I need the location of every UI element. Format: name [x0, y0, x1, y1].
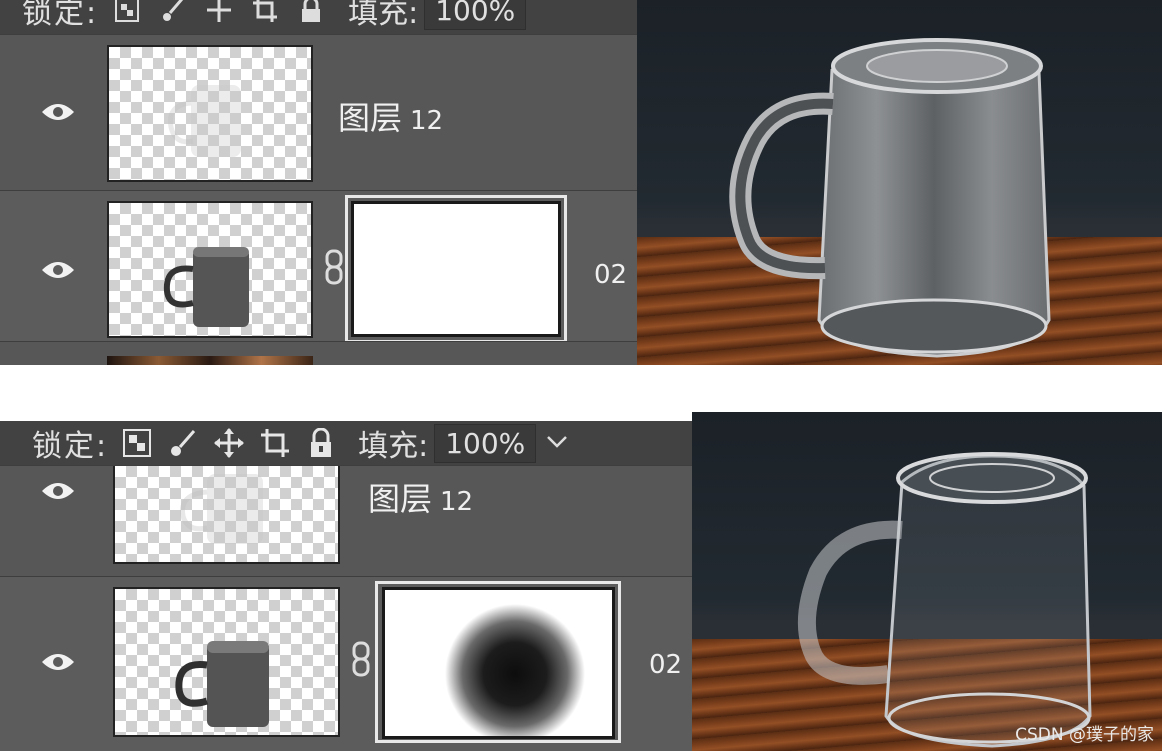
eye-icon[interactable] — [38, 478, 78, 504]
faint-glass-icon — [167, 85, 241, 157]
layer-row-02[interactable]: 02 — [0, 576, 692, 751]
eye-icon[interactable] — [38, 257, 78, 283]
layer-number: 02 — [649, 650, 683, 680]
csdn-watermark: CSDN @璞子的家 — [1015, 725, 1154, 745]
lock-brush-icon[interactable] — [166, 426, 200, 460]
layer-number: 12 — [440, 487, 474, 517]
mug-thumbnail-icon — [163, 247, 249, 327]
layer-name: 02 — [586, 253, 627, 291]
next-layer-thumbnail — [107, 356, 313, 365]
lock-label: 锁定: — [32, 429, 109, 464]
lock-label: 锁定: — [22, 0, 99, 31]
layer-thumbnail — [107, 45, 313, 182]
layer-number: 02 — [594, 260, 628, 290]
lock-transparent-icon[interactable] — [110, 0, 144, 27]
mug-thumbnail-icon — [175, 641, 269, 727]
preview-photo-top — [637, 0, 1162, 365]
lock-all-icon[interactable] — [294, 0, 328, 27]
layer-name-text: 图层 — [368, 480, 433, 518]
transparent-glass-mug-icon — [797, 452, 1092, 748]
layer-thumbnail — [113, 466, 340, 564]
layer-thumbnail — [113, 587, 340, 737]
lock-crop-icon[interactable] — [248, 0, 282, 27]
lock-transparent-icon[interactable] — [120, 426, 154, 460]
opaque-glass-mug-icon — [729, 38, 1051, 358]
layer-name: 图层 12 — [368, 474, 473, 520]
lock-toolbar: 锁定: 填充: 100% — [0, 421, 692, 465]
layers-panel-bottom: 锁定: 填充: 100% 图层 12 02 — [0, 421, 692, 751]
preview-photo-bottom: CSDN @璞子的家 — [692, 412, 1162, 751]
layers-panel-top: 锁定: 填充: 100% 图层 12 02 — [0, 0, 637, 365]
layer-name-text: 图层 — [338, 99, 403, 137]
lock-move-icon[interactable] — [212, 426, 246, 460]
chevron-down-icon[interactable] — [546, 434, 568, 453]
fill-label: 填充: — [348, 0, 419, 31]
layer-row-02[interactable]: 02 — [0, 190, 637, 343]
fill-value-field[interactable]: 100% — [424, 0, 527, 30]
eye-icon[interactable] — [38, 649, 78, 675]
lock-brush-icon[interactable] — [156, 0, 190, 27]
lock-toolbar: 锁定: 填充: 100% — [0, 0, 637, 34]
faint-glass-icon — [180, 474, 263, 544]
layer-row-12[interactable]: 图层 12 — [0, 465, 692, 576]
layer-name: 图层 12 — [338, 93, 443, 139]
lock-move-icon[interactable] — [202, 0, 236, 27]
fill-value-field[interactable]: 100% — [434, 423, 537, 463]
link-icon[interactable] — [323, 249, 345, 285]
eye-icon[interactable] — [38, 99, 78, 125]
lock-crop-icon[interactable] — [258, 426, 292, 460]
layer-thumbnail — [107, 201, 313, 338]
layer-number: 12 — [410, 106, 444, 136]
layer-row-12[interactable]: 图层 12 — [0, 34, 637, 190]
layer-name: 02 — [641, 643, 682, 681]
lock-all-icon[interactable] — [304, 426, 338, 460]
link-icon[interactable] — [350, 641, 372, 677]
layer-mask-white[interactable] — [351, 201, 561, 337]
layer-mask-radial[interactable] — [382, 587, 615, 739]
fill-label: 填充: — [358, 429, 429, 464]
next-layer-row — [0, 341, 637, 365]
